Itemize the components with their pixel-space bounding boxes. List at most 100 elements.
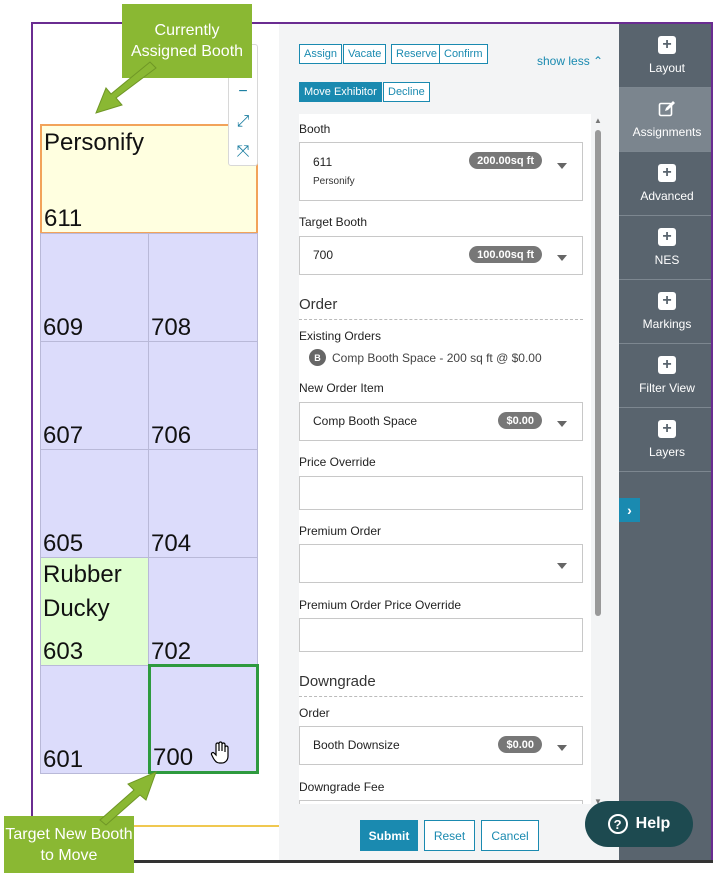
help-label: Help <box>635 815 671 832</box>
premium-override-input[interactable] <box>299 618 583 652</box>
target-size-badge: 100.00sq ft <box>469 246 542 263</box>
scroll-thumb[interactable] <box>595 130 601 616</box>
booth-700[interactable]: 700 <box>148 664 259 774</box>
premium-override-label: Premium Order Price Override <box>299 598 462 612</box>
downgrade-order-select[interactable]: Booth Downsize $0.00 <box>299 726 583 765</box>
price-override-label: Price Override <box>299 455 376 469</box>
help-button[interactable]: ? Help <box>585 801 693 847</box>
booth-number: 609 <box>43 314 84 341</box>
sidebar-item-label: NES <box>654 253 680 267</box>
new-order-item-label: New Order Item <box>299 381 384 395</box>
sidebar-item-label: Markings <box>642 317 692 331</box>
booth-605[interactable]: 605 <box>40 449 149 558</box>
move-exhibitor-button[interactable]: Move Exhibitor <box>299 82 382 102</box>
sidebar-item-label: Advanced <box>640 189 694 203</box>
expand-panel-button[interactable]: › <box>619 498 640 522</box>
question-icon: ? <box>607 814 628 834</box>
plus-icon: + <box>658 228 676 246</box>
sidebar-item-markings[interactable]: + Markings <box>619 280 711 344</box>
new-order-price-badge: $0.00 <box>498 412 542 429</box>
show-less-label: show less <box>537 54 590 68</box>
booth-name: Rubber Ducky <box>43 561 122 622</box>
booth-number: 704 <box>151 530 192 557</box>
chevron-down-icon <box>557 163 567 169</box>
booth-number: 708 <box>151 314 192 341</box>
plus-icon: + <box>658 420 676 438</box>
price-override-input[interactable] <box>299 476 583 510</box>
order-section-title: Order <box>299 296 583 320</box>
callout-arrow-icon <box>99 771 157 826</box>
reset-button[interactable]: Reset <box>424 820 475 851</box>
screenshot: Personify 611 609 708 607 706 605 704 Ru… <box>0 0 715 877</box>
booth-number: 605 <box>43 530 84 557</box>
booth-706[interactable]: 706 <box>148 341 258 450</box>
new-order-item-select[interactable]: Comp Booth Space $0.00 <box>299 402 583 441</box>
floor-plan[interactable]: Personify 611 609 708 607 706 605 704 Ru… <box>33 24 279 860</box>
downgrade-order-label: Order <box>299 706 330 720</box>
booth-number: 607 <box>43 422 84 449</box>
right-sidebar: + Layout Assignments + Advanced + NES + <box>619 24 711 860</box>
app-frame: Personify 611 609 708 607 706 605 704 Ru… <box>31 22 713 862</box>
target-booth-value: 700 <box>313 248 334 262</box>
existing-orders-label: Existing Orders <box>299 329 382 343</box>
chevron-down-icon <box>557 255 567 261</box>
edit-icon <box>658 101 675 117</box>
sidebar-item-label: Layers <box>648 445 686 459</box>
booth-708[interactable]: 708 <box>148 233 258 342</box>
downgrade-fee-label: Downgrade Fee <box>299 780 385 794</box>
assignment-panel: Assign Vacate Reserve Confirm show less … <box>279 24 619 860</box>
sidebar-item-filter-view[interactable]: + Filter View <box>619 344 711 408</box>
booth-607[interactable]: 607 <box>40 341 149 450</box>
sidebar-item-label: Filter View <box>639 381 695 395</box>
booth-size-badge: 200.00sq ft <box>469 152 542 169</box>
target-booth-select[interactable]: 700 100.00sq ft <box>299 236 583 275</box>
plus-icon: + <box>658 292 676 310</box>
show-less-link[interactable]: show less ⌃ <box>537 54 603 68</box>
new-order-item-value: Comp Booth Space <box>313 414 418 428</box>
expand-icon: ⤢ <box>236 113 250 130</box>
fullscreen-button[interactable]: ⤧ <box>229 137 257 167</box>
booth-611[interactable]: Personify 611 <box>40 124 258 234</box>
cancel-button[interactable]: Cancel <box>481 820 539 851</box>
confirm-button[interactable]: Confirm <box>439 44 488 64</box>
chevron-down-icon <box>557 745 567 751</box>
move-form: Booth 611 Personify 200.00sq ft Target B… <box>299 114 591 804</box>
reserve-button[interactable]: Reserve <box>391 44 442 64</box>
premium-order-select[interactable] <box>299 544 583 583</box>
sidebar-item-label: Assignments <box>632 125 702 139</box>
zoom-out-button[interactable]: − <box>229 77 257 107</box>
booth-number: 601 <box>43 746 84 773</box>
downgrade-fee-input[interactable] <box>299 800 583 804</box>
scroll-up-icon[interactable]: ▲ <box>593 116 603 125</box>
sidebar-item-layout[interactable]: + Layout <box>619 24 711 88</box>
booth-label: Booth <box>299 122 331 136</box>
vacate-button[interactable]: Vacate <box>343 44 387 64</box>
existing-order-item: Comp Booth Space - 200 sq ft @ $0.00 <box>332 351 542 365</box>
sidebar-item-nes[interactable]: + NES <box>619 216 711 280</box>
booth-value: 611 <box>313 155 333 169</box>
downgrade-order-value: Booth Downsize <box>313 738 400 752</box>
booth-number: 706 <box>151 422 192 449</box>
submit-button[interactable]: Submit <box>360 820 418 851</box>
booth-704[interactable]: 704 <box>148 449 258 558</box>
fit-view-button[interactable]: ⤢ <box>229 107 257 137</box>
decline-button[interactable]: Decline <box>383 82 430 102</box>
sidebar-item-advanced[interactable]: + Advanced <box>619 152 711 216</box>
hand-cursor-icon <box>210 741 229 764</box>
assign-button[interactable]: Assign <box>299 44 343 64</box>
plus-icon: + <box>658 36 676 54</box>
booth-select[interactable]: 611 Personify 200.00sq ft <box>299 142 583 201</box>
form-scrollbar[interactable]: ▲ ▼ <box>593 116 603 806</box>
sidebar-item-layers[interactable]: + Layers <box>619 408 711 472</box>
chevron-up-icon: ⌃ <box>593 54 604 68</box>
booth-609[interactable]: 609 <box>40 233 149 342</box>
minus-icon: − <box>238 83 248 100</box>
sidebar-item-assignments[interactable]: Assignments <box>619 88 711 152</box>
booth-601[interactable]: 601 <box>40 665 149 774</box>
plus-icon: + <box>658 164 676 182</box>
booth-702[interactable]: 702 <box>148 557 258 666</box>
fullscreen-icon: ⤧ <box>236 143 250 160</box>
booth-603[interactable]: Rubber Ducky 603 <box>40 557 149 666</box>
downgrade-section-title: Downgrade <box>299 673 583 697</box>
chevron-down-icon <box>557 563 567 569</box>
